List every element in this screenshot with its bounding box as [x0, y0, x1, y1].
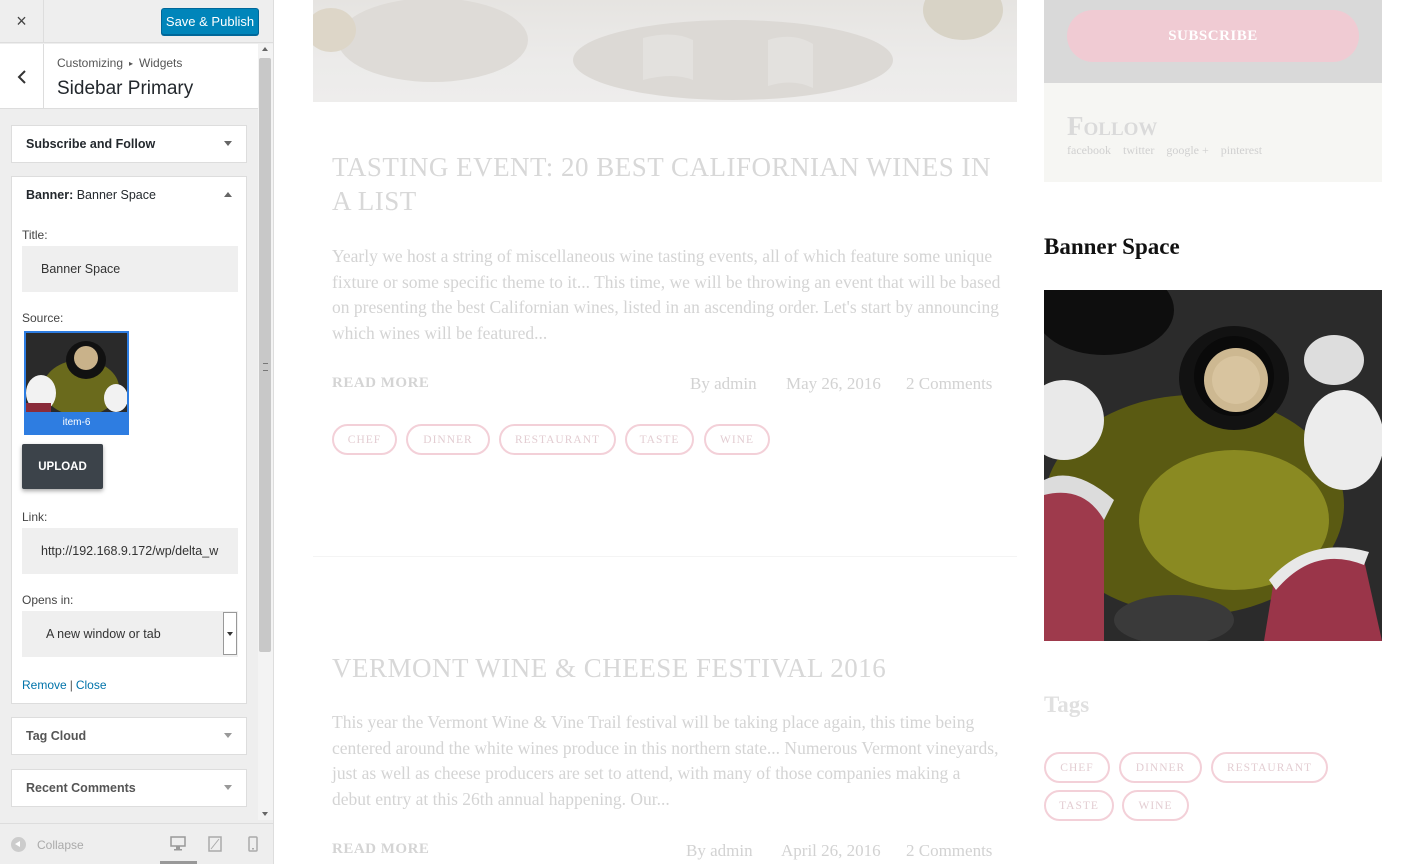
sidebar-tag-restaurant[interactable]: RESTAURANT	[1211, 752, 1328, 783]
post-excerpt: This year the Vermont Wine & Vine Trail …	[332, 712, 999, 809]
select-dropdown-icon[interactable]	[223, 612, 237, 655]
post-tag-dinner[interactable]: DINNER	[406, 424, 490, 455]
post-date[interactable]: April 26, 2016	[781, 841, 881, 861]
sidebar-tag-chef[interactable]: CHEF	[1044, 752, 1110, 783]
opens-in-label: Opens in:	[22, 593, 74, 607]
widget-recent-comments[interactable]: Recent Comments	[11, 769, 247, 807]
widget-title: Tag Cloud	[26, 729, 87, 743]
source-label: Source:	[22, 311, 64, 325]
customizer-panel: × Save & Publish Customizing ▸ Widgets Sid…	[0, 0, 274, 864]
widget-banner[interactable]: Banner: Banner Space	[11, 176, 247, 214]
post-tag-wine[interactable]: WINE	[704, 424, 770, 455]
chevron-down-icon	[224, 141, 232, 146]
post-excerpt: Yearly we host a string of miscellaneous…	[332, 246, 1001, 343]
back-button[interactable]	[0, 44, 44, 109]
title-input[interactable]: Banner Space	[22, 246, 238, 292]
save-publish-button[interactable]: Save & Publish	[161, 8, 259, 35]
read-more-link[interactable]: READ MORE	[332, 375, 429, 392]
tablet-icon[interactable]	[208, 836, 222, 852]
widget-title: Subscribe and Follow	[26, 137, 156, 151]
site-preview: TASTING EVENT: 20 BEST CALIFORNIAN WINES…	[274, 0, 1419, 864]
action-separator: |	[69, 678, 73, 692]
collapse-label[interactable]: Collapse	[37, 838, 84, 852]
sidebar-tag-wine[interactable]: WINE	[1122, 790, 1189, 821]
link-label: Link:	[22, 510, 48, 524]
facebook-link[interactable]: facebook	[1067, 143, 1111, 157]
scroll-down-icon[interactable]	[262, 812, 268, 816]
chevron-left-icon	[17, 69, 26, 84]
post-comments[interactable]: 2 Comments	[906, 841, 992, 861]
opens-in-value: A new window or tab	[46, 627, 161, 641]
panel-scrollbar[interactable]	[258, 44, 273, 820]
post-divider	[313, 556, 1017, 557]
post-title[interactable]: VERMONT WINE & CHEESE FESTIVAL 2016	[332, 651, 1012, 685]
read-more-link[interactable]: READ MORE	[332, 841, 429, 858]
widget-actions: Remove | Close	[22, 678, 107, 692]
pinterest-link[interactable]: pinterest	[1221, 143, 1262, 157]
link-input[interactable]: http://192.168.9.172/wp/delta_w	[22, 528, 238, 574]
breadcrumb-root: Customizing	[57, 56, 124, 70]
post-author[interactable]: By admin	[686, 841, 753, 861]
widget-title: Recent Comments	[26, 781, 136, 795]
post-tag-chef[interactable]: CHEF	[332, 424, 397, 455]
source-item-label: item-6	[26, 412, 127, 433]
wine-bottles-image	[1044, 290, 1382, 641]
post-featured-image[interactable]	[313, 0, 1017, 102]
breadcrumb-current: Widgets	[139, 56, 183, 70]
chevron-down-icon	[224, 785, 232, 790]
follow-links: facebook twitter google + pinterest	[1067, 143, 1274, 158]
widget-subtitle: Banner Space	[76, 188, 156, 202]
upload-button[interactable]: UPLOAD	[22, 444, 103, 489]
follow-title: Follow	[1067, 111, 1158, 141]
sidebar-tag-taste[interactable]: TASTE	[1044, 790, 1114, 821]
subscribe-widget: SUBSCRIBE	[1044, 0, 1382, 83]
breadcrumb-separator-icon: ▸	[129, 59, 134, 68]
post-date[interactable]: May 26, 2016	[786, 374, 881, 394]
customizer-footer: Collapse	[0, 823, 273, 864]
google-plus-link[interactable]: google +	[1166, 143, 1208, 157]
remove-link[interactable]: Remove	[22, 678, 67, 692]
sidebar-tag-dinner[interactable]: DINNER	[1119, 752, 1202, 783]
widget-tag-cloud[interactable]: Tag Cloud	[11, 717, 247, 755]
post-author[interactable]: By admin	[690, 374, 757, 394]
collapse-icon[interactable]	[11, 837, 26, 852]
banner-widget-title: Banner Space	[1044, 234, 1180, 259]
banner-widget-form: Title: Banner Space Source: item-6 UPLOA…	[11, 213, 247, 704]
breadcrumb: Customizing ▸ Widgets	[57, 56, 182, 70]
close-customizer-button[interactable]: ×	[0, 0, 44, 43]
mobile-icon[interactable]	[248, 836, 258, 852]
section-header: Customizing ▸ Widgets Sidebar Primary	[0, 44, 258, 109]
tags-widget-title: Tags	[1044, 692, 1090, 717]
post-comments[interactable]: 2 Comments	[906, 374, 992, 394]
twitter-link[interactable]: twitter	[1123, 143, 1154, 157]
opens-in-select[interactable]: A new window or tab	[22, 611, 238, 657]
banner-image[interactable]	[1044, 290, 1382, 641]
chevron-up-icon	[224, 192, 232, 197]
customizer-header: × Save & Publish	[0, 0, 273, 43]
wine-barrels-image	[313, 0, 1003, 100]
follow-widget: Follow facebook twitter google + pinterest	[1044, 83, 1382, 182]
section-title: Sidebar Primary	[57, 78, 194, 99]
source-image-thumbnail[interactable]: item-6	[24, 331, 129, 435]
close-icon: ×	[16, 11, 27, 31]
scroll-grip-icon	[263, 363, 268, 371]
post-tag-restaurant[interactable]: RESTAURANT	[499, 424, 616, 455]
widget-subscribe-and-follow[interactable]: Subscribe and Follow	[11, 125, 247, 163]
scrollbar-thumb[interactable]	[259, 58, 271, 652]
title-label: Title:	[22, 228, 48, 242]
widget-title: Banner: Banner Space	[26, 188, 156, 202]
post-title[interactable]: TASTING EVENT: 20 BEST CALIFORNIAN WINES…	[332, 150, 1012, 218]
post-tag-taste[interactable]: TASTE	[625, 424, 694, 455]
close-link[interactable]: Close	[76, 678, 107, 692]
desktop-icon[interactable]	[170, 836, 186, 851]
chevron-down-icon	[224, 733, 232, 738]
widget-type: Banner:	[26, 188, 74, 202]
subscribe-button[interactable]: SUBSCRIBE	[1067, 10, 1359, 62]
scroll-up-icon[interactable]	[262, 47, 268, 51]
